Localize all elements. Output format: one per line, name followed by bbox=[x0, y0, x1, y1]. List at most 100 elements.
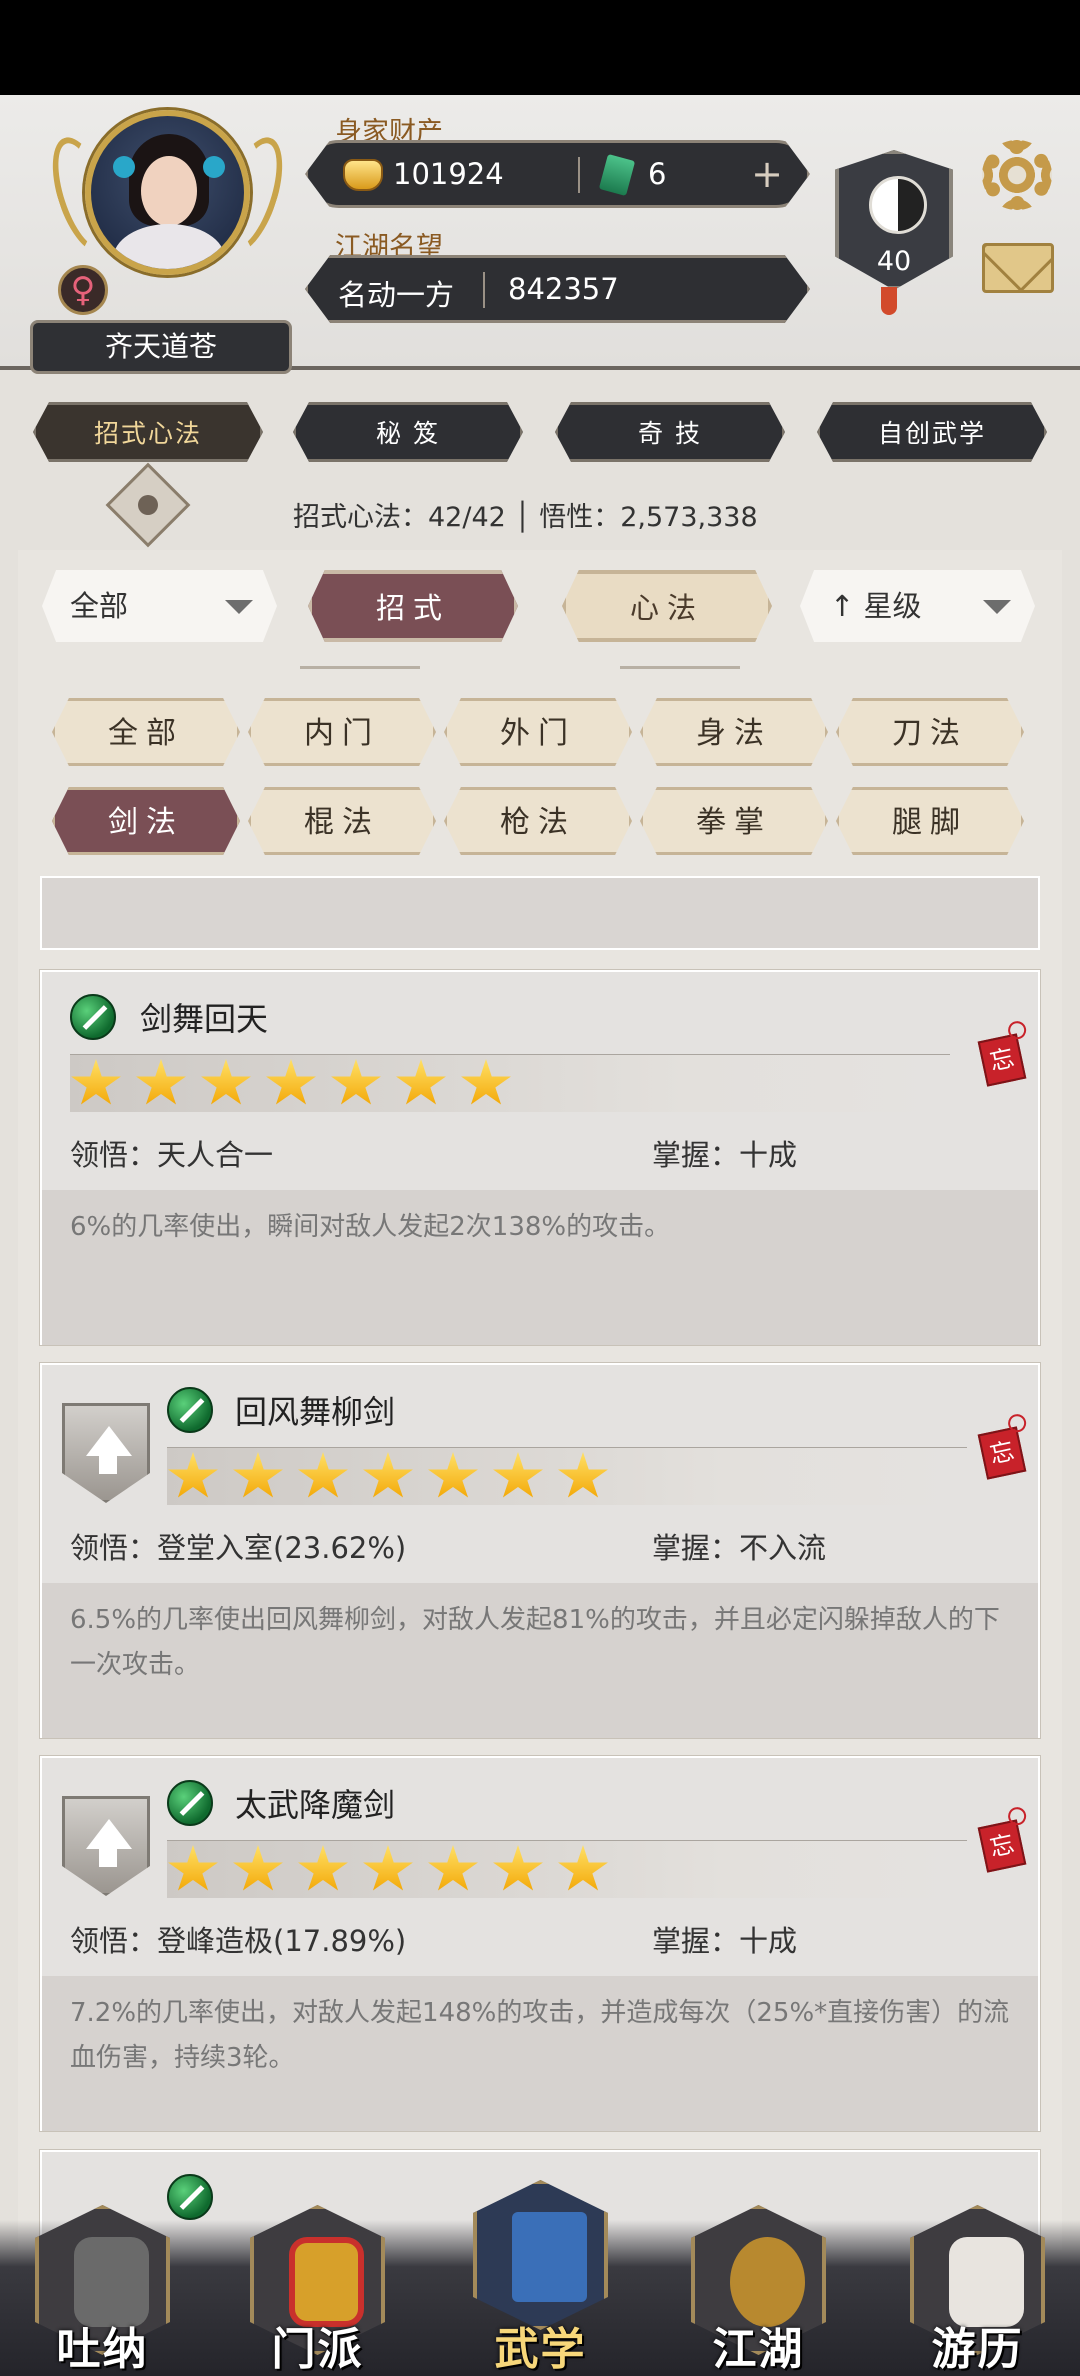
nav-tuna[interactable]: 吐纳 bbox=[30, 2205, 175, 2375]
mastery-label: 掌握： bbox=[652, 1138, 740, 1172]
mastery-value: 十成 bbox=[739, 1138, 798, 1172]
gold-amount: 101924 bbox=[393, 157, 504, 191]
wealth-bar: 101924 6 + bbox=[305, 140, 810, 208]
jade-icon bbox=[598, 153, 636, 197]
star-icon bbox=[493, 1845, 543, 1891]
add-currency-button[interactable]: + bbox=[747, 155, 787, 195]
category-blade[interactable]: 刀法 bbox=[836, 698, 1024, 766]
skill-card[interactable]: 剑舞回天 忘 领悟：天人合一 掌握：十成 6%的几率使出，瞬间对敌人发起2次13… bbox=[40, 970, 1040, 1345]
comprehension-value: 登峰造极(17.89%) bbox=[157, 1924, 407, 1958]
skill-card[interactable]: 回风舞柳剑 忘 领悟：登堂入室(23.62%) 掌握：不入流 6.5%的几率使出… bbox=[40, 1363, 1040, 1738]
eye-icon[interactable] bbox=[105, 462, 191, 548]
category-sword[interactable]: 剑法 bbox=[52, 787, 240, 855]
star-icon bbox=[363, 1845, 413, 1891]
comprehension-row: 领悟：天人合一 bbox=[70, 1132, 273, 1174]
upgrade-arrow-icon[interactable] bbox=[62, 1403, 150, 1503]
category-all[interactable]: 全部 bbox=[52, 698, 240, 766]
star-icon bbox=[201, 1059, 251, 1105]
sword-skill-icon bbox=[167, 1780, 213, 1826]
level-badge[interactable]: 40 bbox=[835, 150, 953, 290]
skill-card[interactable]: 太武降魔剑 忘 领悟：登峰造极(17.89%) 掌握：十成 7.2%的几率使出，… bbox=[40, 1756, 1040, 2131]
ornament-divider bbox=[620, 666, 740, 669]
scope-dropdown[interactable]: 全部 bbox=[42, 570, 277, 642]
gold-ingot-icon bbox=[343, 159, 383, 191]
sword-skill-icon bbox=[70, 994, 116, 1040]
star-icon bbox=[461, 1059, 511, 1105]
star-icon bbox=[233, 1845, 283, 1891]
forget-tag-icon[interactable]: 忘 bbox=[977, 1819, 1027, 1873]
star-rating bbox=[70, 1054, 950, 1112]
comprehension-label: 领悟： bbox=[70, 1138, 158, 1172]
nav-travel[interactable]: 游历 bbox=[905, 2205, 1050, 2375]
avatar[interactable]: ♀ 齐天道苍 bbox=[30, 105, 300, 374]
category-spear[interactable]: 枪法 bbox=[444, 787, 632, 855]
nav-jianghu[interactable]: 江湖 bbox=[686, 2205, 831, 2375]
star-icon bbox=[396, 1059, 446, 1105]
star-icon bbox=[558, 1452, 608, 1498]
sort-dropdown-value: 星级 bbox=[863, 589, 922, 623]
tab-secret-manual[interactable]: 秘 笈 bbox=[293, 402, 523, 462]
tab-special-skill[interactable]: 奇 技 bbox=[555, 402, 785, 462]
forget-tag-icon[interactable]: 忘 bbox=[977, 1033, 1027, 1087]
category-inner[interactable]: 内门 bbox=[248, 698, 436, 766]
player-header: ♀ 齐天道苍 身家财产 101924 6 + 江湖名望 名动一方 842357 … bbox=[0, 95, 1080, 374]
nav-label: 吐纳 bbox=[56, 2324, 149, 2375]
mastery-row: 掌握：十成 bbox=[652, 1132, 797, 1174]
category-staff[interactable]: 棍法 bbox=[248, 787, 436, 855]
mastery-label: 掌握： bbox=[652, 1531, 740, 1565]
upgrade-arrow-icon[interactable] bbox=[62, 1796, 150, 1896]
sort-dropdown[interactable]: ↑ 星级 bbox=[800, 570, 1035, 642]
comprehension-value: 天人合一 bbox=[157, 1138, 274, 1172]
star-icon bbox=[168, 1452, 218, 1498]
list-header-strip bbox=[40, 876, 1040, 950]
description-area: 7.2%的几率使出，对敌人发起148%的攻击，并造成每次（25%*直接伤害）的流… bbox=[42, 1976, 1038, 2131]
sword-skill-icon bbox=[167, 1387, 213, 1433]
status-bar bbox=[0, 0, 1080, 95]
star-icon bbox=[493, 1452, 543, 1498]
star-icon bbox=[266, 1059, 316, 1105]
tassel-icon bbox=[881, 287, 897, 315]
nav-martial[interactable]: 武学 bbox=[468, 2180, 613, 2375]
category-movement[interactable]: 身法 bbox=[640, 698, 828, 766]
description-area: 6.5%的几率使出回风舞柳剑，对敌人发起81%的攻击，并且必定闪躲掉敌人的下一次… bbox=[42, 1583, 1038, 1738]
scroll-book-icon bbox=[512, 2212, 587, 2302]
chevron-down-icon bbox=[225, 600, 253, 614]
comprehension-row: 领悟：登峰造极(17.89%) bbox=[70, 1918, 406, 1960]
star-icon bbox=[233, 1452, 283, 1498]
chevron-down-icon bbox=[983, 600, 1011, 614]
category-outer[interactable]: 外门 bbox=[444, 698, 632, 766]
nav-sect[interactable]: 门派 bbox=[245, 2205, 390, 2375]
mastery-row: 掌握：十成 bbox=[652, 1918, 797, 1960]
star-icon bbox=[298, 1452, 348, 1498]
mastery-row: 掌握：不入流 bbox=[652, 1525, 826, 1567]
mastery-label: 掌握： bbox=[652, 1924, 740, 1958]
mastery-value: 十成 bbox=[739, 1924, 798, 1958]
star-icon bbox=[363, 1452, 413, 1498]
star-icon bbox=[428, 1845, 478, 1891]
mail-icon[interactable] bbox=[982, 243, 1054, 293]
toggle-moves[interactable]: 招式 bbox=[308, 570, 518, 642]
category-fist[interactable]: 拳掌 bbox=[640, 787, 828, 855]
skill-description: 6%的几率使出，瞬间对敌人发起2次138%的攻击。 bbox=[70, 1212, 671, 1242]
nav-label: 游历 bbox=[931, 2324, 1024, 2375]
jade-amount: 6 bbox=[648, 157, 667, 191]
ornament-divider bbox=[300, 666, 420, 669]
category-leg[interactable]: 腿脚 bbox=[836, 787, 1024, 855]
nav-label: 武学 bbox=[494, 2324, 587, 2375]
tab-custom-martial[interactable]: 自创武学 bbox=[817, 402, 1047, 462]
player-level: 40 bbox=[876, 246, 912, 277]
skill-name: 太武降魔剑 bbox=[235, 1786, 396, 1824]
star-rating bbox=[167, 1840, 967, 1898]
toggle-mental[interactable]: 心法 bbox=[562, 570, 772, 642]
scope-dropdown-value: 全部 bbox=[70, 589, 129, 623]
moves-stats: 招式心法：42/42 │ 悟性：2,573,338 bbox=[293, 502, 758, 533]
comprehension-row: 领悟：登堂入室(23.62%) bbox=[70, 1525, 406, 1567]
tab-moves-mental[interactable]: 招式心法 bbox=[33, 402, 263, 462]
settings-gear-icon[interactable] bbox=[982, 140, 1052, 210]
star-icon bbox=[298, 1845, 348, 1891]
forget-tag-icon[interactable]: 忘 bbox=[977, 1426, 1027, 1480]
skill-description: 6.5%的几率使出回风舞柳剑，对敌人发起81%的攻击，并且必定闪躲掉敌人的下一次… bbox=[70, 1605, 1000, 1680]
star-icon bbox=[558, 1845, 608, 1891]
avatar-portrait bbox=[85, 110, 250, 275]
star-icon bbox=[331, 1059, 381, 1105]
